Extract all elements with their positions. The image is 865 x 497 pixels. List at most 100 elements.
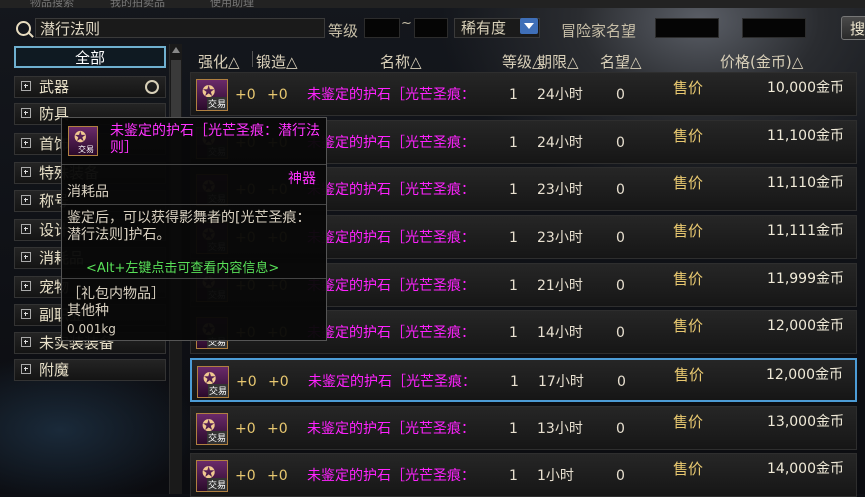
fame-value: 0 [616, 135, 625, 151]
gem-icon: ✪交易 [196, 413, 228, 445]
forge-value: +0 [267, 468, 288, 484]
divider [62, 164, 326, 165]
price-value: 13,000金币 [767, 414, 844, 430]
tooltip-title: 未鉴定的护石［光芒圣痕：潜行法则］ [110, 123, 320, 156]
tooltip-category: 其他种 [67, 303, 109, 319]
tooltip-pack-type: ［礼包内物品］ [67, 286, 165, 302]
tooltip-desc: 鉴定后，可以获得影舞者的[光芒圣痕：潜行法则]护石。 [67, 210, 311, 243]
plus-icon [21, 281, 31, 291]
price-value: 11,999金币 [767, 271, 844, 287]
tooltip-hint: <Alt+左键点击可查看内容信息> [86, 261, 280, 276]
level-value: 1 [509, 421, 518, 437]
fame-max-input[interactable] [742, 18, 806, 38]
fame-value: 0 [616, 421, 625, 437]
zoom-icon[interactable] [145, 80, 159, 94]
sell-label: 售价 [673, 270, 704, 288]
price-value: 11,110金币 [767, 175, 844, 191]
scroll-up-icon[interactable] [172, 47, 180, 53]
chevron-down-icon[interactable] [520, 18, 538, 34]
price-value: 11,111金币 [767, 223, 844, 239]
tooltip-rarity: 神器 [288, 171, 316, 187]
search-bar: 潜行法则 等级 ~ 稀有度 冒险家名望 搜索 [8, 16, 865, 42]
item-name: 未鉴定的护石［光芒圣痕： [307, 230, 475, 246]
enhance-value: +0 [236, 374, 257, 390]
sell-label: 售价 [673, 174, 704, 192]
period-value: 14小时 [537, 325, 583, 341]
sell-label: 售价 [673, 460, 704, 478]
category-label: 附魔 [39, 361, 70, 379]
fame-min-input[interactable] [655, 18, 719, 38]
header-forge[interactable]: 锻造△ [256, 51, 298, 72]
header-price[interactable]: 价格(金币)△ [720, 51, 803, 72]
rarity-label: 稀有度 [461, 19, 507, 37]
fame-value: 0 [616, 278, 625, 294]
trade-tag: 交易 [207, 431, 227, 444]
header-fame[interactable]: 名望△ [600, 51, 642, 72]
tooltip-type: 消耗品 [67, 184, 109, 200]
table-row[interactable]: ✪ 交易 +0 +0 未鉴定的护石［光芒圣痕： 1 13小时 0 售价 13,000金币 [190, 406, 857, 450]
tab-item-search[interactable]: 物品搜索 [30, 0, 74, 10]
header-enhance[interactable]: 强化△ [198, 51, 240, 72]
plus-icon [21, 224, 31, 234]
gem-icon: ✪交易 [197, 366, 229, 398]
sell-label: 售价 [673, 222, 704, 240]
category-weapon[interactable]: 武器 [14, 76, 166, 98]
table-row[interactable]: ✪ 交易 +0 +0 未鉴定的护石［光芒圣痕： 1 17小时 0 售价 12,000金币 [190, 358, 857, 402]
seller-label: 冒险家名望 [561, 22, 637, 40]
period-value: 24小时 [537, 87, 583, 103]
level-value: 1 [509, 325, 518, 341]
category-enchant[interactable]: 附魔 [14, 359, 166, 381]
level-value: 1 [510, 374, 519, 390]
fame-value: 0 [616, 230, 625, 246]
enhance-value: +0 [235, 421, 256, 437]
divider [62, 204, 326, 205]
level-min-input[interactable] [364, 18, 400, 38]
gem-icon: ✪交易 [68, 126, 98, 156]
item-name: 未鉴定的护石［光芒圣痕： [307, 421, 475, 437]
level-label: 等级 [328, 22, 359, 40]
period-value: 21小时 [537, 278, 583, 294]
item-name: 未鉴定的护石［光芒圣痕： [307, 468, 475, 484]
sell-label: 售价 [673, 413, 704, 431]
plus-icon [21, 252, 31, 262]
fame-value: 0 [616, 87, 625, 103]
enhance-value: +0 [235, 468, 256, 484]
level-value: 1 [509, 135, 518, 151]
table-header: 强化△ 锻造△ 名称△ 等级△ 期限△ 名望△ 价格(金币)△ [190, 51, 858, 71]
header-period[interactable]: 期限△ [537, 51, 579, 72]
plus-icon [21, 167, 31, 177]
forge-value: +0 [267, 421, 288, 437]
level-value: 1 [509, 468, 518, 484]
search-button[interactable]: 搜索 [841, 16, 865, 40]
price-value: 14,000金币 [767, 461, 844, 477]
period-value: 17小时 [538, 374, 584, 390]
search-icon [16, 21, 31, 36]
price-value: 12,000金币 [767, 318, 844, 334]
forge-value: +0 [267, 87, 288, 103]
sell-label: 售价 [673, 127, 704, 145]
sell-label: 售价 [673, 79, 704, 97]
plus-icon [21, 108, 31, 118]
level-max-input[interactable] [414, 18, 448, 38]
table-row[interactable]: ✪ 交易 +0 +0 未鉴定的护石［光芒圣痕： 1 1小时 0 售价 14,000金币 [190, 453, 857, 497]
level-value: 1 [509, 278, 518, 294]
item-name: 未鉴定的护石［光芒圣痕： [307, 278, 475, 294]
tab-my-auctions[interactable]: 我的拍卖品 [110, 0, 165, 10]
category-label: 武器 [39, 78, 70, 96]
sell-label: 售价 [673, 317, 704, 335]
header-name[interactable]: 名称△ [380, 51, 422, 72]
trade-tag: 交易 [78, 145, 94, 154]
price-value: 10,000金币 [767, 80, 844, 96]
price-value: 11,100金币 [767, 128, 844, 144]
table-row[interactable]: ✪ 交易 +0 +0 未鉴定的护石［光芒圣痕： 1 24小时 0 售价 10,000金币 [190, 72, 857, 116]
period-value: 24小时 [537, 135, 583, 151]
divider [62, 278, 326, 279]
level-separator: ~ [401, 16, 412, 31]
gem-icon: ✪交易 [196, 460, 228, 492]
level-value: 1 [509, 230, 518, 246]
category-all[interactable]: 全部 [14, 46, 166, 68]
item-name-input[interactable]: 潜行法则 [35, 18, 325, 38]
tab-assistant[interactable]: 使用助理 [210, 0, 254, 10]
period-value: 1小时 [537, 468, 574, 484]
fame-value: 0 [617, 374, 626, 390]
